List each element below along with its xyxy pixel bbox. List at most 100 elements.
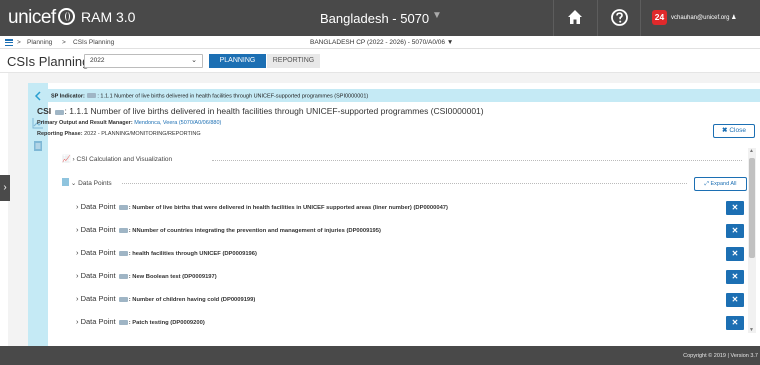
scroll-down-icon[interactable]: ▼ xyxy=(749,327,754,333)
vertical-scrollbar[interactable]: ▲ ▼ xyxy=(748,148,756,333)
id-badge-icon xyxy=(118,204,128,210)
cp-title: BANGLADESH CP (2022 - 2026) - 5070/A0/06 xyxy=(310,39,446,46)
id-badge-icon xyxy=(87,93,97,98)
data-point-action-button[interactable]: ✕ xyxy=(726,224,744,238)
footer: Copyright © 2019 | Version 3.7 xyxy=(0,346,760,365)
csi-label: CSI xyxy=(37,106,52,116)
sp-indicator-banner: SP Indicator: : 1.1.1 Number of live bir… xyxy=(48,89,760,102)
data-point-label: Data Point xyxy=(80,202,116,211)
sp-indicator-label: SP Indicator: xyxy=(51,93,85,100)
csi-text: : 1.1.1 Number of live births delivered … xyxy=(64,106,484,116)
id-badge-icon xyxy=(118,296,128,302)
data-point-row[interactable]: › Data Point : health facilities through… xyxy=(76,248,257,257)
divider xyxy=(212,160,742,161)
country-selector[interactable]: Bangladesh - 5070 xyxy=(320,11,429,26)
close-icon: ✖ xyxy=(722,127,728,134)
data-point-desc: : NNumber of countries integrating the p… xyxy=(128,228,381,234)
country-programme-selector[interactable]: BANGLADESH CP (2022 - 2026) - 5070/A0/06… xyxy=(310,39,453,46)
data-point-label: Data Point xyxy=(80,248,116,257)
home-icon[interactable] xyxy=(567,9,583,30)
phase-value: 2022 - PLANNING/MONITORING/REPORTING xyxy=(84,131,201,137)
year-select[interactable]: 2022 ⌄ xyxy=(84,54,203,68)
id-badge-icon xyxy=(54,109,64,115)
expand-left-panel-button[interactable]: › xyxy=(0,175,10,201)
tab-reporting[interactable]: REPORTING xyxy=(267,54,320,68)
csi-title: CSI : 1.1.1 Number of live births delive… xyxy=(37,106,484,116)
chevron-right-icon: › xyxy=(72,156,75,163)
help-icon[interactable] xyxy=(611,9,628,31)
id-badge-icon xyxy=(118,227,128,233)
breadcrumb-separator: > xyxy=(62,39,66,46)
id-badge-icon xyxy=(118,319,128,325)
sp-indicator-text: : 1.1.1 Number of live births delivered … xyxy=(97,93,369,100)
chevron-down-icon: ⌄ xyxy=(191,57,197,64)
data-point-desc: : Number of children having cold (DP0009… xyxy=(128,297,256,303)
data-point-row[interactable]: › Data Point : Number of children having… xyxy=(76,294,255,303)
logo-text: unicef xyxy=(8,7,56,28)
page-title: CSIs Planning xyxy=(7,54,90,69)
data-point-row[interactable]: › Data Point : New Boolean test (DP00091… xyxy=(76,271,217,280)
breadcrumb-separator: > xyxy=(17,39,21,46)
data-point-desc: : Patch testing (DP0009200) xyxy=(128,320,205,326)
data-point-action-button[interactable]: ✕ xyxy=(726,247,744,261)
manager-line: Primary Output and Result Manager: Mendo… xyxy=(37,120,221,126)
section-calc-toggle[interactable]: 📈 › CSI Calculation and Visualization xyxy=(62,155,760,163)
manager-label: Primary Output and Result Manager: xyxy=(37,120,133,126)
unicef-logo[interactable]: unicef xyxy=(8,7,77,29)
chevron-right-icon: › xyxy=(76,317,79,326)
chevron-down-icon: ▼ xyxy=(446,39,454,46)
document-icon xyxy=(62,178,69,186)
data-point-action-button[interactable]: ✕ xyxy=(726,270,744,284)
data-point-desc: : Number of live births that were delive… xyxy=(128,205,448,211)
menu-icon[interactable] xyxy=(5,39,13,47)
scroll-up-icon[interactable]: ▲ xyxy=(749,148,754,154)
app-name: RAM 3.0 xyxy=(81,9,136,25)
expand-icon: ⤢ xyxy=(704,181,709,187)
phase-line: Reporting Phase: 2022 - PLANNING/MONITOR… xyxy=(37,131,201,137)
section-calc-label: CSI Calculation and Visualization xyxy=(76,156,173,163)
chevron-right-icon: › xyxy=(76,271,79,280)
breadcrumb-csis-planning[interactable]: CSIs Planning xyxy=(73,39,114,46)
data-point-desc: : health facilities through UNICEF (DP00… xyxy=(128,251,257,257)
year-value: 2022 xyxy=(90,57,105,64)
data-point-label: Data Point xyxy=(80,317,116,326)
title-bar: CSIs Planning 2022 ⌄ PLANNING REPORTING xyxy=(0,50,760,73)
notification-badge[interactable]: 24 xyxy=(652,10,667,25)
document-icon[interactable] xyxy=(32,139,44,151)
chart-icon: 📈 xyxy=(62,156,71,163)
section-datapoints-toggle[interactable]: ⌄ Data Points xyxy=(62,178,760,187)
top-bar: unicef RAM 3.0 Bangladesh - 5070 ▼ 24 vc… xyxy=(0,0,760,36)
chevron-down-icon: ⌄ xyxy=(70,180,77,187)
chevron-right-icon: › xyxy=(76,225,79,234)
divider xyxy=(597,0,598,36)
breadcrumb: > Planning > CSIs Planning BANGLADESH CP… xyxy=(0,36,760,49)
breadcrumb-planning[interactable]: Planning xyxy=(27,39,52,46)
expand-all-label: Expand All xyxy=(710,181,737,187)
user-menu[interactable]: vchauhan@unicef.org ♟ xyxy=(671,14,737,21)
data-point-row[interactable]: › Data Point : Patch testing (DP0009200) xyxy=(76,317,205,326)
data-point-action-button[interactable]: ✕ xyxy=(726,201,744,215)
tab-planning[interactable]: PLANNING xyxy=(209,54,266,68)
data-point-action-button[interactable]: ✕ xyxy=(726,293,744,307)
user-icon: ♟ xyxy=(731,15,737,21)
data-point-label: Data Point xyxy=(80,225,116,234)
divider xyxy=(640,0,641,36)
close-button[interactable]: ✖ Close xyxy=(713,124,755,138)
data-point-row[interactable]: › Data Point : NNumber of countries inte… xyxy=(76,225,381,234)
data-point-row[interactable]: › Data Point : Number of live births tha… xyxy=(76,202,448,211)
chevron-right-icon: › xyxy=(76,248,79,257)
chevron-down-icon[interactable]: ▼ xyxy=(432,10,442,21)
data-point-action-button[interactable]: ✕ xyxy=(726,316,744,330)
section-datapoints-label: Data Points xyxy=(78,180,112,187)
id-badge-icon xyxy=(118,273,128,279)
scrollbar-thumb[interactable] xyxy=(749,158,755,258)
chevron-right-icon: › xyxy=(76,202,79,211)
collapse-icon[interactable] xyxy=(32,89,44,101)
manager-link[interactable]: Mendonca, Veera (5070/A0/06/880) xyxy=(134,120,221,126)
expand-all-button[interactable]: ⤢ Expand All xyxy=(694,177,747,191)
divider xyxy=(553,0,554,36)
id-badge-icon xyxy=(118,250,128,256)
divider xyxy=(122,183,687,184)
user-email: vchauhan@unicef.org xyxy=(671,15,730,21)
data-point-label: Data Point xyxy=(80,271,116,280)
